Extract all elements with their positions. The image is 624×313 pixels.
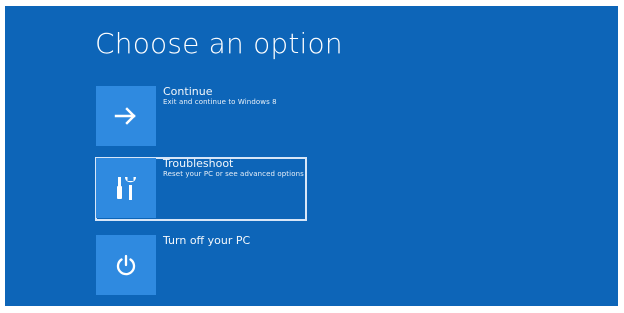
turn-off-option[interactable]: Turn off your PC — [95, 234, 307, 298]
recovery-screen: Choose an option Continue Exit and conti… — [5, 6, 618, 306]
page-title: Choose an option — [95, 27, 343, 60]
continue-option[interactable]: Continue Exit and continue to Windows 8 — [95, 85, 307, 149]
troubleshoot-text: Troubleshoot Reset your PC or see advanc… — [163, 157, 308, 179]
option-title: Turn off your PC — [163, 234, 251, 247]
option-title: Troubleshoot — [163, 157, 234, 170]
continue-text: Continue Exit and continue to Windows 8 — [163, 85, 308, 107]
turn-off-tile[interactable] — [96, 235, 156, 295]
troubleshoot-option[interactable]: Troubleshoot Reset your PC or see advanc… — [95, 157, 307, 221]
turn-off-text: Turn off your PC — [163, 234, 308, 247]
option-subtitle: Reset your PC or see advanced options — [163, 170, 304, 178]
option-subtitle: Exit and continue to Windows 8 — [163, 98, 277, 106]
power-icon — [114, 253, 138, 277]
troubleshoot-tile[interactable] — [96, 158, 156, 218]
continue-tile[interactable] — [96, 86, 156, 146]
option-title: Continue — [163, 85, 213, 98]
arrow-right-icon — [114, 107, 138, 125]
tools-icon — [113, 174, 139, 202]
